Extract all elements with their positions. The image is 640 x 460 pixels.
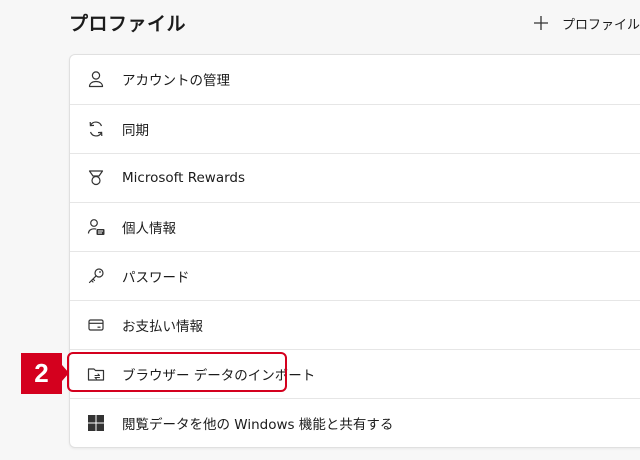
menu-item-label: 同期 [122, 123, 149, 139]
folder-import-icon [85, 363, 107, 385]
menu-item-payment-info[interactable]: お支払い情報 [70, 300, 640, 349]
rewards-medal-icon [85, 167, 107, 189]
menu-item-microsoft-rewards[interactable]: Microsoft Rewards [70, 153, 640, 202]
key-icon [85, 265, 107, 287]
add-profile-label: プロファイルの追 [562, 17, 640, 33]
menu-item-label: アカウントの管理 [122, 73, 230, 89]
menu-item-label: パスワード [122, 270, 190, 286]
menu-item-passwords[interactable]: パスワード [70, 251, 640, 300]
menu-item-label: Microsoft Rewards [122, 170, 246, 186]
plus-icon [534, 16, 548, 30]
menu-item-label: お支払い情報 [122, 319, 203, 335]
menu-item-label: 個人情報 [122, 221, 176, 237]
credit-card-icon [85, 314, 107, 336]
person-icon [85, 68, 107, 90]
page-header: プロファイル プロファイルの追 [0, 0, 640, 50]
menu-item-import-browser-data[interactable]: ブラウザー データのインポート [70, 349, 640, 398]
menu-item-share-browsing-data[interactable]: 閲覧データを他の Windows 機能と共有する [70, 398, 640, 447]
windows-icon [85, 412, 107, 434]
menu-item-personal-info[interactable]: 個人情報 [70, 202, 640, 251]
step-badge-pointer [62, 365, 69, 381]
page-title: プロファイル [69, 13, 187, 35]
sync-icon [85, 118, 107, 140]
step-number-badge: 2 [21, 353, 62, 394]
menu-item-sync[interactable]: 同期 [70, 104, 640, 153]
menu-item-manage-account[interactable]: アカウントの管理 [70, 55, 640, 103]
person-card-icon [85, 216, 107, 238]
profile-settings-list: アカウントの管理 同期 Microsoft Rewards 個人情報 パスワード… [69, 54, 640, 448]
add-profile-button[interactable]: プロファイルの追 [532, 12, 640, 34]
menu-item-label: ブラウザー データのインポート [122, 368, 316, 384]
menu-item-label: 閲覧データを他の Windows 機能と共有する [122, 417, 394, 433]
